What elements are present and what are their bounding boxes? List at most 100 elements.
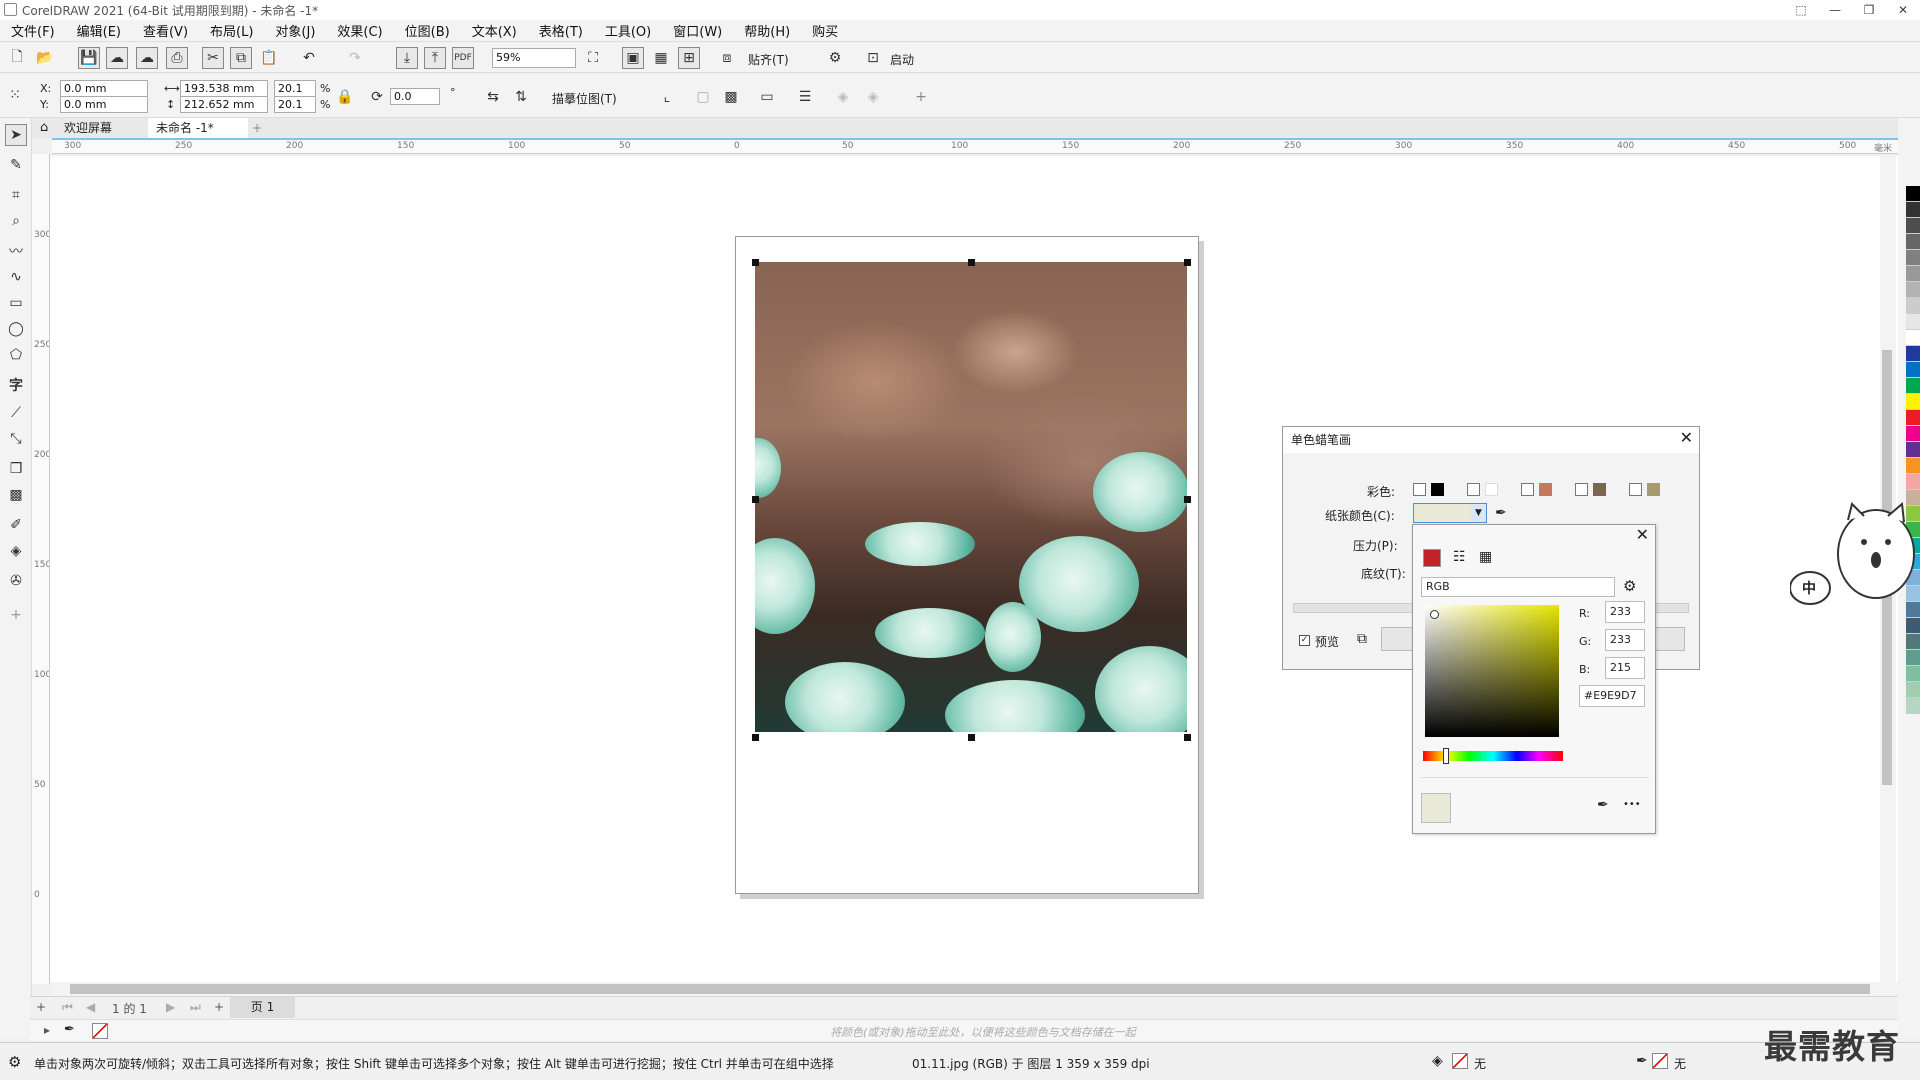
color-checkbox-brown[interactable] (1575, 483, 1588, 496)
selection-handle[interactable] (1184, 259, 1191, 266)
scale-height-field[interactable]: 20.1 (274, 96, 316, 113)
horizontal-scroll-thumb[interactable] (70, 984, 1870, 994)
interactive-fill-icon[interactable]: ◈ (5, 540, 27, 562)
color-viewer-icon[interactable] (1423, 549, 1441, 567)
cloud-upload-icon[interactable]: ☁ (106, 47, 128, 69)
launch-icon[interactable]: ⊡ (862, 47, 884, 69)
color-swatch-orange[interactable] (1539, 483, 1552, 496)
pick-tool-icon[interactable]: ➤ (5, 124, 27, 146)
page-tab-1[interactable]: 页 1 (230, 997, 295, 1018)
menu-layout[interactable]: 布局(L) (199, 21, 264, 40)
palette-swatch[interactable] (1906, 234, 1920, 250)
no-color-swatch[interactable] (92, 1023, 108, 1039)
palette-swatch[interactable] (1906, 282, 1920, 298)
add-property-icon[interactable]: + (910, 86, 932, 108)
selection-handle[interactable] (752, 734, 759, 741)
palette-swatch[interactable] (1906, 682, 1920, 698)
selection-handle[interactable] (752, 496, 759, 503)
menu-help[interactable]: 帮助(H) (733, 21, 801, 40)
palette-eyedropper-icon[interactable]: ✒ (64, 1022, 75, 1037)
zoom-level-field[interactable]: 59% (492, 48, 576, 68)
dialog-close-icon[interactable]: ✕ (1680, 428, 1693, 447)
add-tool-icon[interactable]: + (5, 604, 27, 626)
chevron-down-icon[interactable]: ▼ (1471, 504, 1486, 522)
color-palettes-icon[interactable]: ▦ (1479, 549, 1492, 565)
more-options-icon[interactable]: ••• (1623, 799, 1641, 810)
color-checkbox-white[interactable] (1467, 483, 1480, 496)
first-page-icon[interactable]: ⏮ (62, 1000, 73, 1015)
trace-bitmap-dropdown[interactable]: 描摹位图(T) (552, 90, 617, 107)
menu-buy[interactable]: 购买 (801, 21, 849, 40)
red-value-field[interactable]: 233 (1605, 601, 1645, 623)
rotate-icon[interactable]: ⟳ (366, 86, 388, 108)
home-icon[interactable]: ⌂ (32, 118, 56, 138)
palette-swatch[interactable] (1906, 394, 1920, 410)
palette-swatch[interactable] (1906, 458, 1920, 474)
color-swatch-white[interactable] (1485, 483, 1498, 496)
selection-handle[interactable] (968, 734, 975, 741)
rotation-angle-field[interactable]: 0.0 (390, 88, 440, 105)
polygon-tool-icon[interactable]: ⬠ (5, 344, 27, 366)
add-page-after-icon[interactable]: + (214, 1000, 224, 1014)
menu-window[interactable]: 窗口(W) (662, 21, 733, 40)
save-icon[interactable]: 💾 (78, 47, 100, 69)
restore-button[interactable]: ❐ (1852, 0, 1886, 20)
menu-view[interactable]: 查看(V) (132, 21, 199, 40)
horizontal-ruler[interactable]: 300 250 200 150 100 50 0 50 100 150 200 … (52, 138, 1898, 154)
undo-icon[interactable]: ↶ (298, 47, 320, 69)
paste-icon[interactable]: 📋 (258, 47, 280, 69)
palette-swatch[interactable] (1906, 474, 1920, 490)
menu-edit[interactable]: 编辑(E) (66, 21, 132, 40)
color-checkbox-khaki[interactable] (1629, 483, 1642, 496)
transparency-icon[interactable]: ▩ (5, 484, 27, 506)
preview-checkbox[interactable]: ✓ (1299, 635, 1310, 646)
minimize-button[interactable]: — (1818, 0, 1852, 20)
palette-swatch[interactable] (1906, 266, 1920, 282)
import-icon[interactable]: ⤓ (396, 47, 418, 69)
launch-dropdown[interactable]: 启动 (890, 51, 914, 68)
add-tab-button[interactable]: + (244, 118, 270, 138)
new-document-icon[interactable]: 🗋 (6, 47, 28, 69)
color-checkbox-black[interactable] (1413, 483, 1426, 496)
color-swatch-brown[interactable] (1593, 483, 1606, 496)
palette-swatch[interactable] (1906, 634, 1920, 650)
palette-swatch[interactable] (1906, 698, 1920, 714)
palette-swatch[interactable] (1906, 202, 1920, 218)
palette-swatch[interactable] (1906, 666, 1920, 682)
wrap-text-icon[interactable]: ☰ (794, 86, 816, 108)
color-sliders-icon[interactable]: ☷ (1453, 549, 1466, 565)
palette-swatch[interactable] (1906, 218, 1920, 234)
color-picker-handle[interactable] (1430, 610, 1439, 619)
shape-tool-icon[interactable]: ✎ (5, 154, 27, 176)
fill-icon[interactable]: ◈ (1432, 1053, 1443, 1069)
palette-swatch[interactable] (1906, 330, 1920, 346)
selection-handle[interactable] (1184, 496, 1191, 503)
rectangle-tool-icon[interactable]: ▭ (5, 292, 27, 314)
eyedropper-tool-icon[interactable]: ✐ (5, 514, 27, 536)
hex-value-field[interactable]: #E9E9D7 (1579, 685, 1645, 707)
show-grid-icon[interactable]: ▦ (650, 47, 672, 69)
fill-none-swatch[interactable] (1452, 1053, 1468, 1069)
palette-swatch[interactable] (1906, 650, 1920, 666)
snap-icon[interactable]: ⧈ (716, 47, 738, 69)
tab-untitled-document[interactable]: 未命名 -1* (148, 118, 248, 138)
blue-value-field[interactable]: 215 (1605, 657, 1645, 679)
tab-welcome-screen[interactable]: 欢迎屏幕 (56, 118, 121, 138)
full-screen-preview-icon[interactable]: ▣ (622, 47, 644, 69)
mirror-horizontal-icon[interactable]: ⇆ (482, 86, 504, 108)
object-width-field[interactable]: 193.538 mm (180, 80, 268, 97)
redo-icon[interactable]: ↷ (344, 47, 366, 69)
vertical-ruler[interactable]: 300 250 200 150 100 50 0 (32, 154, 50, 984)
pdf-icon[interactable]: PDF (452, 47, 474, 69)
object-height-field[interactable]: 212.652 mm (180, 96, 268, 113)
artistic-media-icon[interactable]: ∿ (5, 266, 27, 288)
status-settings-gear-icon[interactable]: ⚙ (8, 1053, 21, 1071)
print-icon[interactable]: ⎙ (166, 47, 188, 69)
open-icon[interactable]: 📂 (34, 47, 56, 69)
cloud-sync-icon[interactable]: ☁ (136, 47, 158, 69)
menu-bitmaps[interactable]: 位图(B) (394, 21, 461, 40)
menu-file[interactable]: 文件(F) (0, 21, 66, 40)
connector-tool-icon[interactable]: ⤡ (5, 428, 27, 450)
palette-swatch[interactable] (1906, 314, 1920, 330)
palette-swatch[interactable] (1906, 410, 1920, 426)
